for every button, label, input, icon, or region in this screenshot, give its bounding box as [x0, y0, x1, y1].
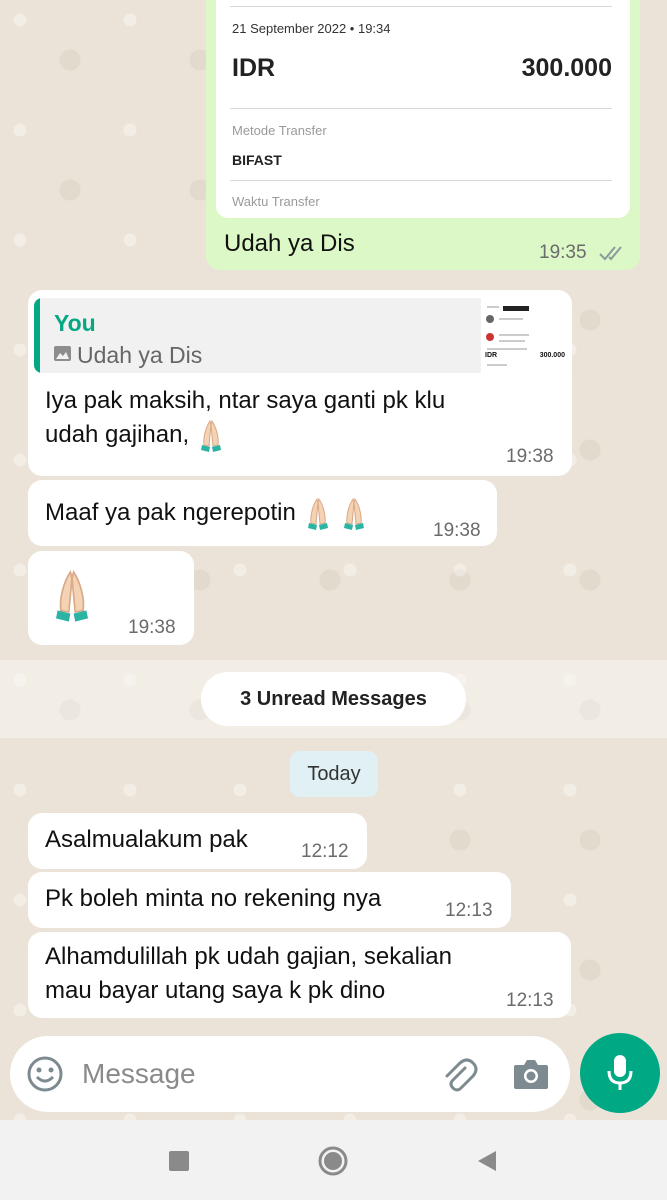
camera-icon[interactable] [512, 1056, 550, 1092]
home-icon[interactable] [318, 1146, 348, 1176]
system-navigation-bar [0, 1120, 667, 1200]
message-text: Asalmualakum pak [45, 826, 248, 853]
divider [230, 6, 612, 7]
double-check-icon [599, 246, 622, 261]
folded-hands-emoji-icon [344, 497, 365, 530]
chat-area[interactable]: 21 September 2022 • 19:34 IDR 300.000 Me… [0, 0, 667, 1030]
message-line: Alhamdulillah pk udah gajian, sekalian [45, 943, 452, 970]
message-time: 12:13 [445, 900, 493, 921]
attach-icon[interactable] [438, 1054, 478, 1094]
quoted-message[interactable]: You Udah ya Dis IDR 300.000 [34, 298, 569, 373]
date-separator: Today [290, 751, 378, 797]
receipt-currency: IDR [232, 54, 276, 82]
quote-author: You [54, 310, 96, 336]
thumbnail-currency: IDR [485, 352, 498, 359]
text-message[interactable]: Pk boleh minta no rekening nya 12:13 [28, 872, 511, 928]
image-icon [54, 346, 71, 361]
reply-message[interactable]: You Udah ya Dis IDR 300.000 Iya pak maks… [28, 290, 572, 476]
divider [230, 108, 612, 109]
voice-message-button[interactable] [580, 1033, 660, 1113]
unread-messages-pill: 3 Unread Messages [201, 672, 466, 726]
message-line: udah gajihan, [45, 421, 190, 448]
receipt-method-value: BIFAST [232, 152, 282, 168]
message-line: mau bayar utang saya k pk dino [45, 977, 386, 1004]
receipt-amount: 300.000 [521, 54, 612, 82]
image-caption: Udah ya Dis [224, 230, 355, 257]
quote-text: Udah ya Dis [77, 342, 203, 368]
back-icon[interactable] [472, 1146, 502, 1176]
receipt-time-label: Waktu Transfer [232, 194, 320, 209]
emoji-message[interactable]: 19:38 [28, 551, 194, 645]
receipt-date: 21 September 2022 • 19:34 [232, 21, 391, 36]
message-text: Alhamdulillah pk udah gajian, sekalian m… [45, 940, 452, 1008]
message-text: Maaf ya pak ngerepotin [45, 496, 369, 531]
mic-icon [607, 1055, 633, 1090]
outgoing-image-message[interactable]: 21 September 2022 • 19:34 IDR 300.000 Me… [206, 0, 640, 270]
quote-bar [34, 298, 40, 373]
message-time: 19:38 [506, 446, 554, 467]
emoji-icon[interactable] [26, 1055, 64, 1093]
folded-hands-emoji-icon [200, 419, 221, 452]
message-input[interactable]: Message [82, 1058, 196, 1090]
text-message[interactable]: Maaf ya pak ngerepotin 19:38 [28, 480, 497, 546]
message-line: Maaf ya pak ngerepotin [45, 499, 296, 526]
folded-hands-emoji-icon [307, 497, 328, 530]
message-composer[interactable]: Message [10, 1036, 570, 1112]
transfer-receipt-image[interactable]: 21 September 2022 • 19:34 IDR 300.000 Me… [216, 0, 630, 218]
message-line: Iya pak maksih, ntar saya ganti pk klu [45, 387, 446, 414]
message-text: Iya pak maksih, ntar saya ganti pk klu u… [45, 384, 445, 453]
message-time: 19:35 [539, 242, 587, 263]
message-time: 19:38 [128, 617, 176, 638]
folded-hands-emoji-icon [56, 570, 88, 622]
message-time: 12:12 [301, 841, 349, 862]
divider [230, 180, 612, 181]
message-text: Pk boleh minta no rekening nya [45, 885, 382, 912]
receipt-method-label: Metode Transfer [232, 123, 327, 138]
message-time: 19:38 [433, 520, 481, 541]
thumbnail-amount: 300.000 [539, 352, 565, 359]
quote-thumbnail: IDR 300.000 [481, 298, 569, 373]
text-message[interactable]: Asalmualakum pak 12:12 [28, 813, 367, 869]
recents-icon[interactable] [164, 1146, 194, 1176]
message-time: 12:13 [506, 990, 554, 1011]
text-message[interactable]: Alhamdulillah pk udah gajian, sekalian m… [28, 932, 571, 1018]
